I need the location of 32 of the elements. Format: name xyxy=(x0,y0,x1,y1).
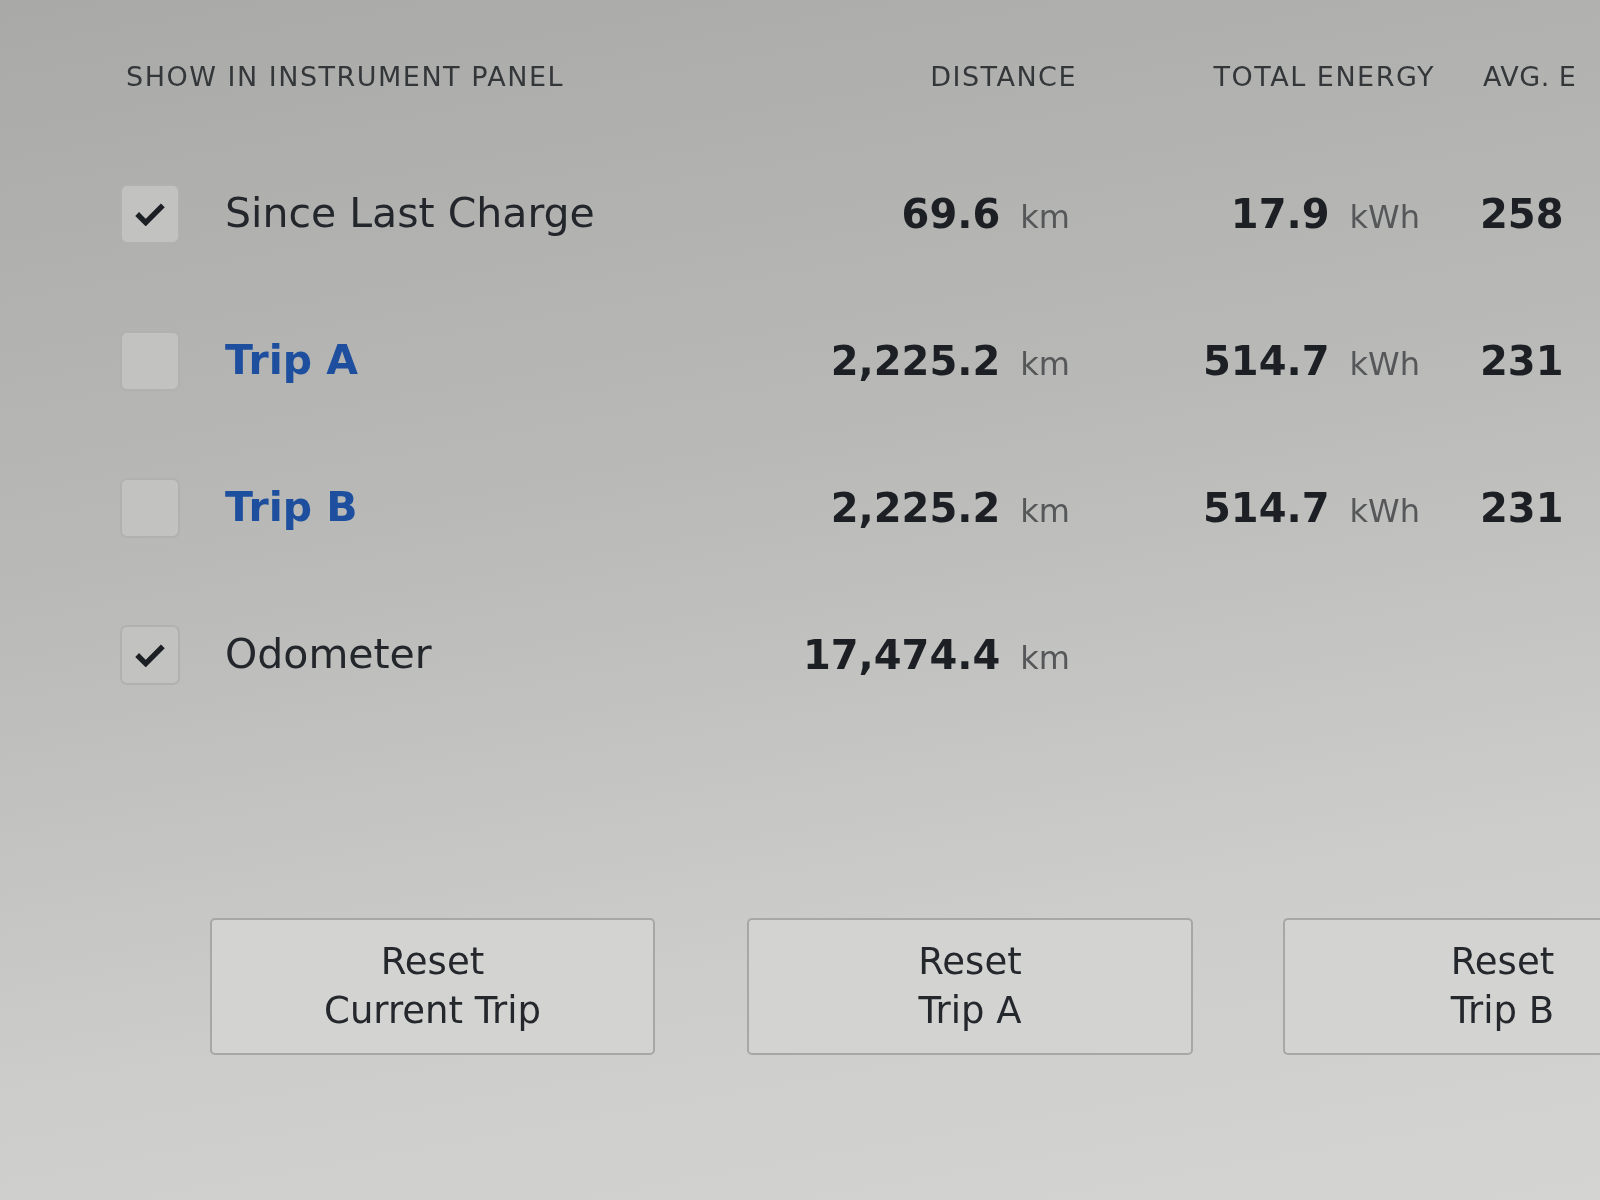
row-label: Odometer xyxy=(225,629,432,678)
distance-value: 69.6 xyxy=(901,189,1001,239)
distance-value: 17,474.4 xyxy=(802,630,1001,680)
checkbox[interactable] xyxy=(120,183,180,244)
energy-unit: kWh xyxy=(1349,343,1420,385)
column-header: TOTAL ENERGY xyxy=(1213,60,1435,92)
energy-value: 514.7 xyxy=(1203,336,1330,386)
reset-button[interactable]: Reset Current Trip xyxy=(210,918,655,1055)
reset-button[interactable]: Reset Trip A xyxy=(747,918,1193,1055)
energy-unit: kWh xyxy=(1349,196,1420,238)
row-label: Since Last Charge xyxy=(225,188,595,237)
reset-button[interactable]: Reset Trip B xyxy=(1283,918,1600,1055)
distance-unit: km xyxy=(1020,637,1070,679)
average-value: 231 xyxy=(1480,337,1564,384)
distance-unit: km xyxy=(1020,490,1070,532)
energy-unit: kWh xyxy=(1349,490,1420,532)
checkbox[interactable] xyxy=(120,624,180,685)
column-header: AVG. E xyxy=(1483,60,1577,92)
check-icon xyxy=(135,201,165,226)
trip-name-link[interactable]: Trip B xyxy=(225,482,358,531)
trip-name-link[interactable]: Trip A xyxy=(225,335,359,384)
column-header: DISTANCE xyxy=(930,60,1077,92)
distance-value: 2,225.2 xyxy=(830,336,1001,386)
column-header: SHOW IN INSTRUMENT PANEL xyxy=(126,60,564,92)
check-icon xyxy=(135,642,165,667)
average-value: 258 xyxy=(1480,190,1564,237)
distance-unit: km xyxy=(1020,196,1070,238)
distance-unit: km xyxy=(1020,343,1070,385)
average-value: 231 xyxy=(1480,484,1564,531)
distance-value: 2,225.2 xyxy=(830,483,1001,533)
energy-value: 17.9 xyxy=(1230,189,1330,239)
energy-value: 514.7 xyxy=(1203,483,1330,533)
